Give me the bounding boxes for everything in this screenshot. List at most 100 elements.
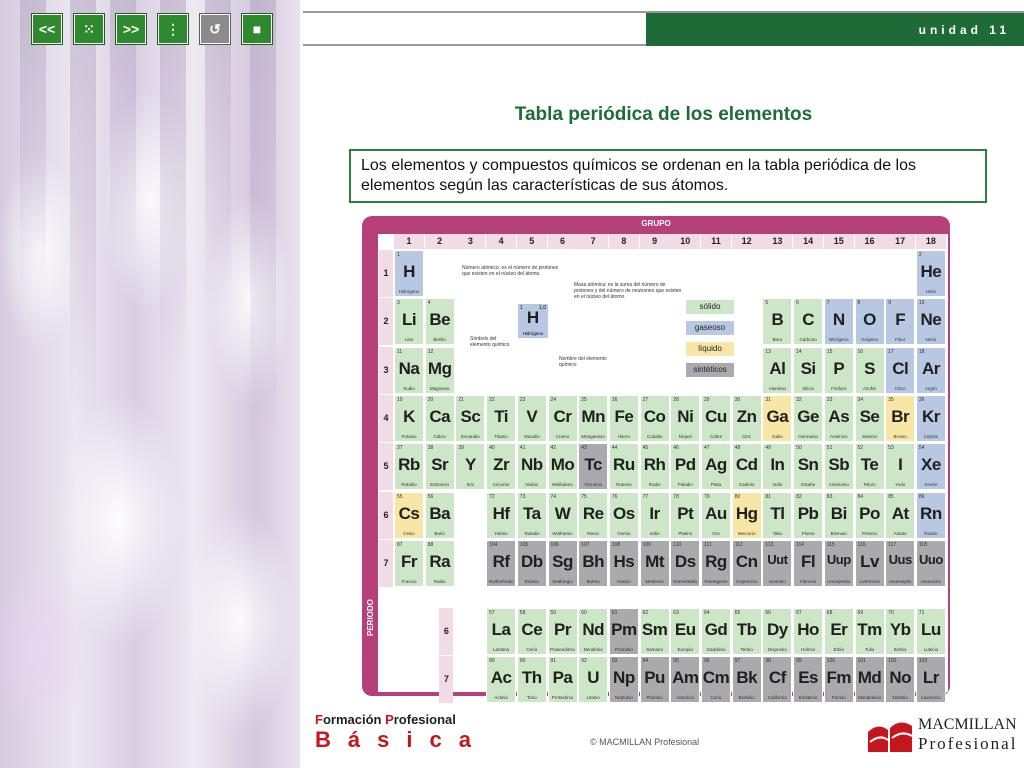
legend-liquid: líquido [686, 342, 734, 356]
element-cell: 92 U Uranio [578, 656, 609, 704]
element-name: Cinc [742, 433, 752, 439]
index-button[interactable]: ⋮ [158, 14, 188, 44]
element-cell: 53 I Yodo [885, 443, 916, 491]
atomic-number: 1 [397, 252, 400, 258]
group-number: 17 [885, 234, 916, 249]
atomic-number: 51 [826, 445, 833, 452]
menu-button[interactable]: ⁙ [74, 14, 104, 44]
element-name: Escandio [461, 433, 480, 439]
element-symbol: Fm [826, 668, 852, 688]
element-symbol: Mo [550, 455, 575, 475]
group-number: 12 [731, 234, 762, 249]
element-name: Itrio [466, 482, 475, 488]
element-cell: 22 Ti Titanio [486, 394, 517, 442]
atomic-number: 95 [673, 658, 679, 665]
element-name: Californio [767, 695, 787, 701]
element-name: Astato [893, 530, 907, 536]
element-name: Americio [676, 695, 695, 701]
period-number: 7 [379, 539, 393, 587]
element-name: Estroncio [430, 482, 450, 488]
period-number: 1 [379, 250, 393, 297]
element-cell: 115 Uup Ununpentio [823, 539, 854, 587]
next-page-button[interactable]: >> [116, 14, 146, 44]
legend-gas: gaseoso [686, 321, 734, 335]
element-name: Nitrógeno [829, 337, 849, 343]
element-cell: 24 Cr Cromo [547, 394, 578, 442]
back-button[interactable]: ↺ [200, 14, 230, 44]
element-name: Iterbio [893, 647, 907, 653]
atomic-number: 39 [458, 445, 464, 452]
element-symbol: K [403, 406, 415, 426]
element-cell: 55 Cs Cesio [394, 491, 424, 539]
brand-f: F [315, 712, 323, 727]
element-name: Neón [925, 337, 937, 343]
undo-icon: ↺ [209, 20, 221, 37]
element-name: Calcio [433, 433, 446, 439]
element-symbol: Po [859, 503, 880, 523]
element-symbol: F [895, 310, 906, 330]
atomic-number: 3 [397, 300, 400, 307]
element-name: Hidrógeno [398, 289, 420, 294]
element-cell: 105 Db Dubnio [516, 539, 547, 587]
element-name: Radio [433, 578, 446, 584]
element-name: Tulio [864, 647, 875, 653]
element-cell: 68 Er Erbio [823, 608, 854, 656]
element-name: Europio [677, 647, 694, 653]
element-name: Bario [434, 530, 445, 536]
element-symbol: Ta [523, 503, 541, 523]
element-name: Curio [710, 695, 722, 701]
element-cell: 94 Pu Plutonio [639, 656, 670, 704]
element-name: Bromo [893, 433, 907, 439]
element-cell: 117 Uus Ununseptio [885, 539, 916, 587]
atomic-number: 29 [704, 396, 710, 403]
element-name: Argón [924, 385, 937, 391]
note-name: Nombre del elemento químico [559, 356, 607, 368]
element-symbol: Er [830, 620, 848, 640]
element-name: Flerovio [800, 578, 817, 584]
element-cell: 35 Br Bromo [885, 394, 916, 442]
element-name: Cobalto [646, 433, 663, 439]
element-cell: 43 Tc Tecnecio [578, 443, 609, 491]
element-name: Ununpentio [827, 578, 851, 584]
element-name: Xenón [924, 482, 938, 488]
exit-button[interactable]: ■ [242, 14, 272, 44]
prev-page-button[interactable]: << [32, 14, 62, 44]
element-cell: 111 Rg Roentgenio [701, 539, 731, 587]
group-number: 14 [793, 234, 824, 249]
element-cell: 9 F Flúor [885, 298, 916, 346]
group-number: 1 [394, 234, 424, 249]
element-name: Samario [646, 647, 663, 653]
atomic-number: 112 [734, 541, 743, 548]
element-symbol: C [802, 310, 814, 330]
element-cell: 84 Po Polonio [854, 491, 885, 539]
element-cell: 41 Nb Niobio [516, 443, 547, 491]
atomic-number: 84 [857, 493, 864, 500]
element-symbol: Ru [613, 455, 635, 475]
element-symbol: Ra [429, 551, 451, 571]
element-symbol: Hg [735, 503, 758, 523]
element-symbol: Pa [552, 668, 573, 688]
atomic-number: 82 [796, 493, 802, 500]
group-number: 7 [578, 234, 609, 249]
element-symbol: Hs [613, 551, 635, 571]
element-cell: 79 Au Oro [701, 491, 731, 539]
atomic-number: 90 [519, 658, 526, 665]
element-cell: 2 He Helio [915, 250, 946, 297]
element-name: Germanio [798, 433, 818, 439]
atomic-number: 49 [765, 445, 771, 452]
element-name: Protactinio [551, 695, 574, 701]
element-symbol: Th [521, 668, 542, 688]
element-symbol: Uup [826, 551, 851, 567]
element-symbol: Cl [892, 358, 909, 378]
element-cell: 116 Lv Livermorio [854, 539, 885, 587]
element-cell: 8 O Oxígeno [854, 298, 885, 346]
element-symbol: La [491, 620, 511, 640]
element-name: Teluro [863, 482, 876, 488]
element-name: Helio [925, 289, 937, 294]
atomic-number: 38 [427, 445, 434, 452]
element-name: Wolframio [552, 530, 573, 536]
element-name: Terbio [740, 647, 753, 653]
element-symbol: Uus [888, 551, 913, 567]
element-name: Tantalio [524, 530, 540, 536]
element-symbol: Rh [643, 455, 666, 475]
